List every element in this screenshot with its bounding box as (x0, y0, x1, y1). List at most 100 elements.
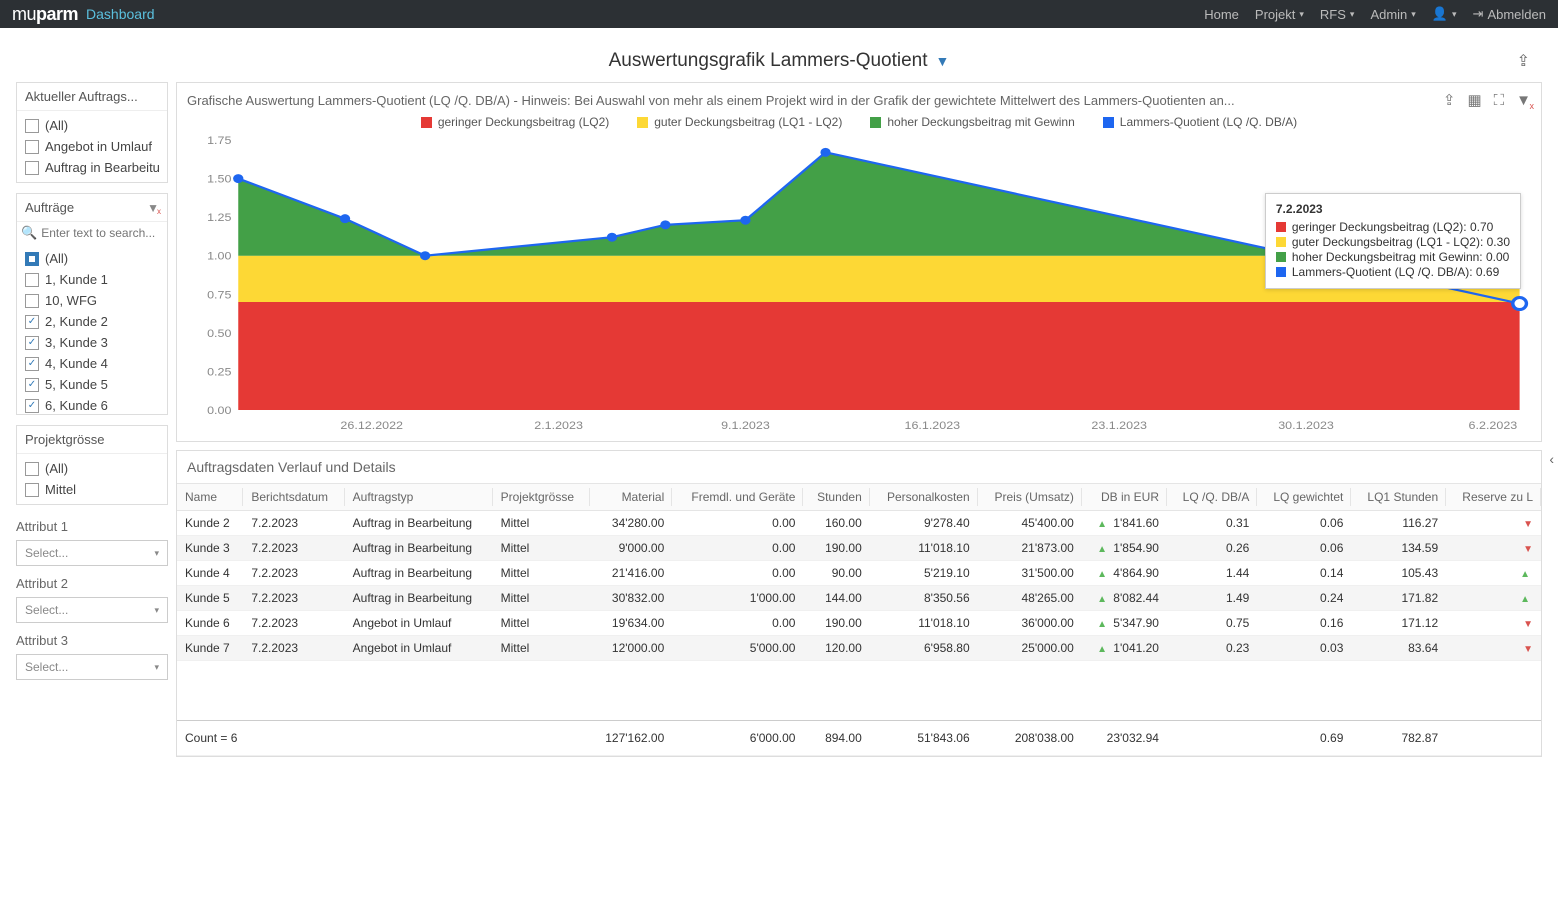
table-card: Auftragsdaten Verlauf und Details NameBe… (176, 450, 1542, 757)
svg-text:30.1.2023: 30.1.2023 (1278, 420, 1334, 432)
column-header[interactable]: Auftragstyp (345, 484, 493, 511)
chart-clearfilter-icon[interactable]: ▼ (1516, 92, 1531, 109)
attrib-label: Attribut 1 (16, 515, 168, 540)
svg-text:1.00: 1.00 (207, 250, 232, 262)
auftraege-item[interactable]: 1, Kunde 1 (23, 269, 161, 290)
checkbox[interactable] (25, 161, 39, 175)
column-header[interactable]: DB in EUR (1082, 484, 1167, 511)
attrib-select[interactable]: Select...▾ (16, 597, 168, 623)
pg-item[interactable]: (All) (23, 458, 161, 479)
svg-text:0.00: 0.00 (207, 405, 232, 417)
legend-item[interactable]: geringer Deckungsbeitrag (LQ2) (421, 115, 609, 129)
auftraege-item[interactable]: (All) (23, 248, 161, 269)
auftraege-item[interactable]: 3, Kunde 3 (23, 332, 161, 353)
checkbox-label: Auftrag in Bearbeitu... (45, 160, 161, 175)
status-item[interactable]: Angebot in Umlauf (23, 136, 161, 157)
svg-text:6.2.2023: 6.2.2023 (1469, 420, 1518, 432)
table-row[interactable]: Kunde 77.2.2023Angebot in UmlaufMittel12… (177, 636, 1541, 661)
checkbox-label: 1, Kunde 1 (45, 272, 108, 287)
auftraege-item[interactable]: 2, Kunde 2 (23, 311, 161, 332)
checkbox[interactable] (25, 462, 39, 476)
tooltip-row: geringer Deckungsbeitrag (LQ2): 0.70 (1276, 220, 1510, 234)
checkbox[interactable] (25, 315, 39, 329)
checkbox-label: 6, Kunde 6 (45, 398, 108, 413)
table-row[interactable]: Kunde 47.2.2023Auftrag in BearbeitungMit… (177, 561, 1541, 586)
chart-card: Grafische Auswertung Lammers-Quotient (L… (176, 82, 1542, 442)
side-panel-toggle[interactable]: ‹ (1545, 447, 1558, 471)
checkbox[interactable] (25, 119, 39, 133)
column-header[interactable]: Berichtsdatum (243, 484, 344, 511)
auftraege-search-input[interactable] (41, 226, 163, 240)
column-header[interactable]: Material (590, 484, 672, 511)
column-header[interactable]: Fremdl. und Geräte (672, 484, 803, 511)
status-item[interactable]: Auftrag in Bearbeitu... (23, 157, 161, 178)
tooltip-title: 7.2.2023 (1276, 202, 1510, 216)
nav-logout[interactable]: ⇥ Abmelden (1473, 6, 1546, 22)
column-header[interactable]: Stunden (803, 484, 869, 511)
column-header[interactable]: LQ gewichtet (1257, 484, 1351, 511)
filter-auftraege-title: Aufträge (25, 200, 74, 215)
checkbox[interactable] (25, 336, 39, 350)
legend-item[interactable]: hoher Deckungsbeitrag mit Gewinn (870, 115, 1074, 129)
nav-user[interactable]: 👤▾ (1432, 6, 1457, 22)
column-header[interactable]: Reserve zu L (1446, 484, 1541, 511)
checkbox[interactable] (25, 483, 39, 497)
table-row[interactable]: Kunde 37.2.2023Auftrag in BearbeitungMit… (177, 536, 1541, 561)
tooltip-row: guter Deckungsbeitrag (LQ1 - LQ2): 0.30 (1276, 235, 1510, 249)
table-row[interactable]: Kunde 27.2.2023Auftrag in BearbeitungMit… (177, 511, 1541, 536)
pg-item[interactable]: Mittel (23, 479, 161, 500)
table-title: Auftragsdaten Verlauf und Details (177, 451, 1541, 483)
auftraege-item[interactable]: 10, WFG (23, 290, 161, 311)
checkbox[interactable] (25, 378, 39, 392)
column-header[interactable]: Personalkosten (870, 484, 978, 511)
checkbox[interactable] (25, 273, 39, 287)
column-header[interactable]: Name (177, 484, 243, 511)
checkbox[interactable] (25, 294, 39, 308)
auftraege-item[interactable]: 6, Kunde 6 (23, 395, 161, 414)
filter-projektgroesse-panel: Projektgrösse (All)Mittel (16, 425, 168, 505)
checkbox[interactable] (25, 252, 39, 266)
chart-export-icon[interactable]: ⇪ (1443, 91, 1456, 109)
table-row[interactable]: Kunde 57.2.2023Auftrag in BearbeitungMit… (177, 586, 1541, 611)
column-header[interactable]: Preis (Umsatz) (978, 484, 1082, 511)
attrib-label: Attribut 3 (16, 629, 168, 654)
attrib-select[interactable]: Select...▾ (16, 540, 168, 566)
chart-plot: 0.000.250.500.751.001.251.501.7526.12.20… (187, 135, 1531, 435)
chart-fullscreen-icon[interactable]: ⛶ (1494, 92, 1505, 109)
brand-sub: Dashboard (86, 6, 155, 22)
checkbox[interactable] (25, 399, 39, 413)
table-row[interactable]: Kunde 67.2.2023Angebot in UmlaufMittel19… (177, 611, 1541, 636)
auftraege-item[interactable]: 5, Kunde 5 (23, 374, 161, 395)
sidebar: Aktueller Auftrags... (All)Angebot in Um… (16, 82, 168, 757)
checkbox[interactable] (25, 357, 39, 371)
status-item[interactable]: (All) (23, 115, 161, 136)
auftraege-item[interactable]: 4, Kunde 4 (23, 353, 161, 374)
tooltip-row: hoher Deckungsbeitrag mit Gewinn: 0.00 (1276, 250, 1510, 264)
column-header[interactable]: LQ1 Stunden (1351, 484, 1446, 511)
attrib-select[interactable]: Select...▾ (16, 654, 168, 680)
nav-projekt[interactable]: Projekt▾ (1255, 7, 1304, 22)
data-table: NameBerichtsdatumAuftragstypProjektgröss… (177, 483, 1541, 756)
checkbox-label: (All) (45, 461, 68, 476)
header-export-icon[interactable]: ⇪ (1517, 51, 1530, 71)
nav-admin[interactable]: Admin▾ (1370, 7, 1415, 22)
nav-home[interactable]: Home (1204, 7, 1239, 22)
clear-filter-icon[interactable]: ▼ (147, 201, 159, 215)
checkbox-label: 5, Kunde 5 (45, 377, 108, 392)
content: Grafische Auswertung Lammers-Quotient (L… (176, 82, 1542, 757)
legend-item[interactable]: guter Deckungsbeitrag (LQ1 - LQ2) (637, 115, 842, 129)
legend-item[interactable]: Lammers-Quotient (LQ /Q. DB/A) (1103, 115, 1297, 129)
nav-rfs[interactable]: RFS▾ (1320, 7, 1355, 22)
column-header[interactable]: Projektgrösse (493, 484, 591, 511)
chart-tooltip: 7.2.2023 geringer Deckungsbeitrag (LQ2):… (1265, 193, 1521, 289)
column-header[interactable]: LQ /Q. DB/A (1167, 484, 1257, 511)
tooltip-row: Lammers-Quotient (LQ /Q. DB/A): 0.69 (1276, 265, 1510, 279)
filter-status-title: Aktueller Auftrags... (25, 89, 138, 104)
checkbox[interactable] (25, 140, 39, 154)
attrib-label: Attribut 2 (16, 572, 168, 597)
user-icon: 👤 (1432, 6, 1448, 22)
header-filter-icon[interactable]: ▼ (936, 53, 950, 69)
chart-grid-icon[interactable]: ▦ (1467, 91, 1481, 109)
svg-text:2.1.2023: 2.1.2023 (534, 420, 583, 432)
filter-auftraege-panel: Aufträge ▼ 🔍 (All)1, Kunde 110, WFG2, Ku… (16, 193, 168, 415)
